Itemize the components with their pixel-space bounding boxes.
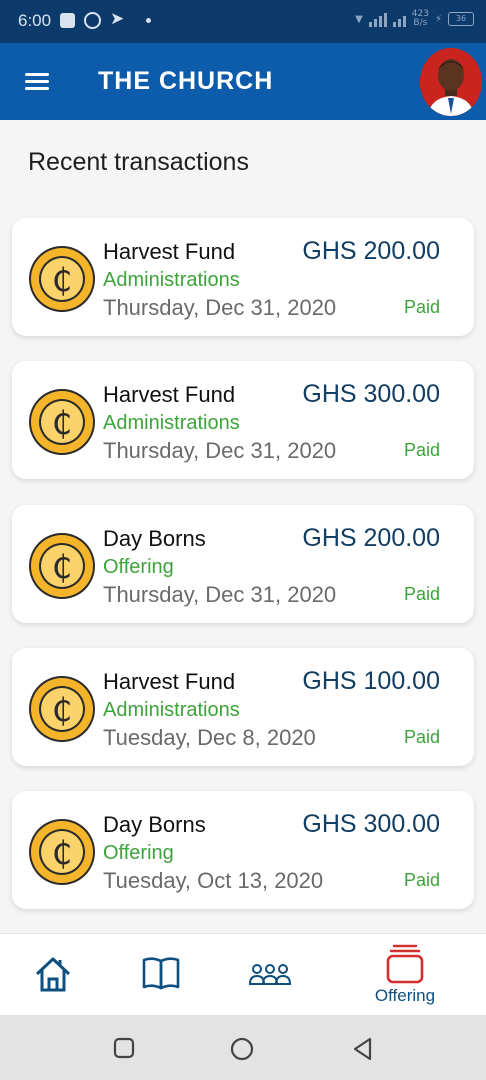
transaction-category: Administrations [103,412,240,434]
svg-text:₵: ₵ [52,548,72,586]
transaction-category: Offering [103,556,174,578]
status-time: 6:00 [18,11,52,30]
avatar[interactable] [420,48,482,116]
notification-app-icon [60,13,75,28]
nav-home[interactable] [22,934,84,1016]
transaction-date: Tuesday, Dec 8, 2020 [103,725,316,750]
nav-offering-label: Offering [374,986,436,1005]
nav-offering[interactable]: Offering [362,934,448,1016]
svg-text:₵: ₵ [52,261,72,299]
transaction-status: Paid [403,584,440,604]
recent-apps-icon[interactable] [113,1037,135,1059]
svg-text:₵: ₵ [52,834,72,872]
transaction-title: Day Borns [103,526,206,551]
transaction-amount: GHS 200.00 [302,237,440,265]
system-nav-bar [0,1015,486,1080]
transaction-status: Paid [403,440,440,460]
coin-icon: ₵ [29,246,95,312]
nav-people[interactable] [238,934,302,1016]
transaction-card[interactable]: ₵ Day Borns GHS 300.00 Offering Tuesday,… [12,791,474,909]
coin-icon: ₵ [29,533,95,599]
battery-icon: 36 [448,12,474,26]
telegram-icon: ➤ [110,9,125,29]
status-bar: 6:00 ➤ ▼ 423 B/s ⚡ 36 [0,0,486,43]
transaction-amount: GHS 200.00 [302,524,440,552]
menu-icon[interactable] [25,73,49,91]
svg-text:₵: ₵ [52,404,72,442]
signal-icon [368,11,387,27]
nav-book[interactable] [130,934,192,1016]
transaction-title: Day Borns [103,812,206,837]
people-icon [248,964,292,985]
coin-icon: ₵ [29,819,95,885]
signal-2-icon [392,11,406,27]
transaction-status: Paid [403,297,440,317]
battery-level: 36 [455,14,467,23]
home-button-icon[interactable] [230,1037,254,1061]
transaction-amount: GHS 300.00 [302,380,440,408]
wifi-icon: ▼ [355,13,363,25]
charging-icon: ⚡ [434,13,442,25]
back-icon[interactable] [352,1037,374,1061]
app-bar: THE CHURCH [0,43,486,120]
network-speed-unit: B/s [413,18,428,28]
offering-icon [386,944,424,984]
transaction-date: Thursday, Dec 31, 2020 [103,295,337,320]
transaction-category: Administrations [103,699,240,721]
transaction-category: Offering [103,842,174,864]
whatsapp-icon [84,12,101,29]
home-icon [35,957,71,992]
transaction-card[interactable]: ₵ Day Borns GHS 200.00 Offering Thursday… [12,505,474,623]
transaction-category: Administrations [103,269,240,291]
transaction-title: Harvest Fund [103,382,236,407]
transaction-title: Harvest Fund [103,669,236,694]
transaction-date: Tuesday, Oct 13, 2020 [103,868,324,893]
network-speed: 423 B/s [412,10,429,28]
transaction-amount: GHS 100.00 [302,667,440,695]
transaction-card[interactable]: ₵ Harvest Fund GHS 200.00 Administration… [12,218,474,336]
coin-icon: ₵ [29,389,95,455]
transaction-card[interactable]: ₵ Harvest Fund GHS 100.00 Administration… [12,648,474,766]
transaction-title: Harvest Fund [103,239,236,264]
transaction-date: Thursday, Dec 31, 2020 [103,582,337,607]
bottom-nav: Offering [0,933,486,1015]
transaction-card[interactable]: ₵ Harvest Fund GHS 300.00 Administration… [12,361,474,479]
section-title: Recent transactions [28,148,249,176]
transaction-date: Thursday, Dec 31, 2020 [103,438,337,463]
status-indicators: ▼ 423 B/s ⚡ 36 [355,10,474,28]
more-notifications-dot [146,18,151,23]
app-title: THE CHURCH [98,67,274,95]
transaction-status: Paid [403,870,440,890]
transaction-status: Paid [403,727,440,747]
transaction-amount: GHS 300.00 [302,810,440,838]
book-icon [142,957,180,990]
svg-text:₵: ₵ [52,691,72,729]
coin-icon: ₵ [29,676,95,742]
